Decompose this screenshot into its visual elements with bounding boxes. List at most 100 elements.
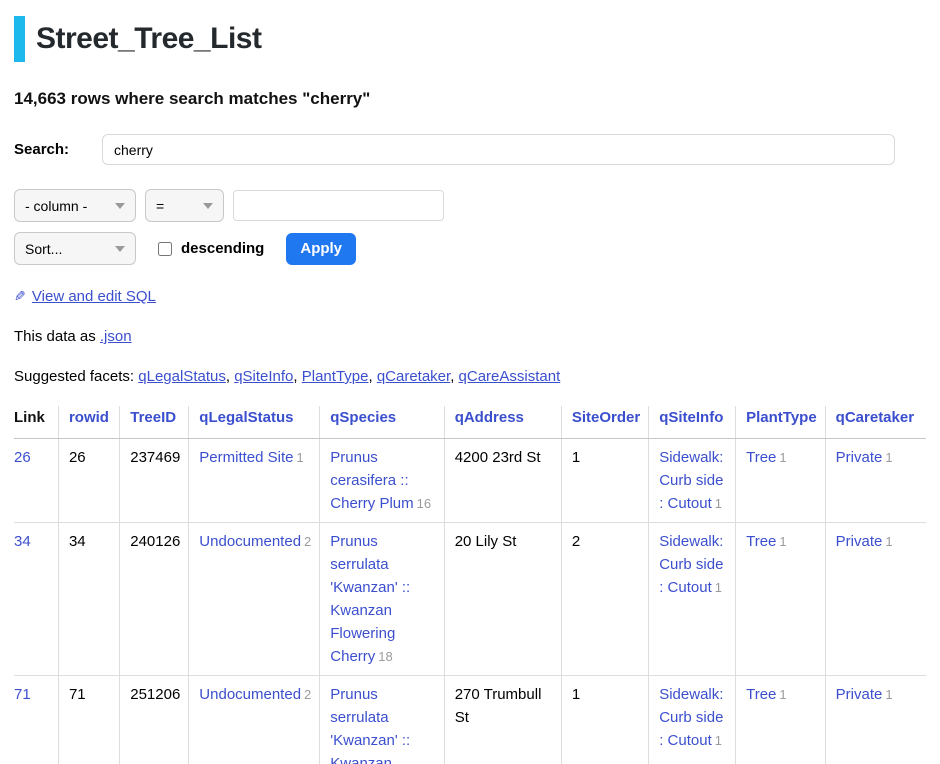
cell-link: 26 — [14, 439, 58, 523]
filter-operator-select-wrap: = — [145, 189, 224, 222]
facet-count: 1 — [715, 580, 722, 595]
col-header-rowid[interactable]: rowid — [58, 406, 119, 439]
facet-count: 16 — [417, 496, 431, 511]
species-link[interactable]: Prunus cerasifera :: Cherry Plum — [330, 449, 413, 512]
table-row: 71 71 251206 Undocumented2 Prunus serrul… — [14, 676, 926, 764]
plant-type-link[interactable]: Tree — [746, 533, 776, 550]
col-header-planttype[interactable]: PlantType — [736, 406, 826, 439]
data-export-line: This data as .json — [14, 328, 926, 345]
cell-siteorder: 2 — [561, 523, 648, 676]
table-header-row: Link rowid TreeID qLegalStatus qSpecies … — [14, 406, 926, 439]
cell-qlegalstatus: Permitted Site 1 — [189, 439, 320, 523]
descending-label: descending — [181, 240, 264, 257]
page: Street_Tree_List 14,663 rows where searc… — [0, 16, 940, 764]
cell-qsiteinfo: Sidewalk: Curb side : Cutout1 — [649, 676, 736, 764]
facet-link-planttype[interactable]: PlantType — [302, 368, 369, 385]
facet-count: 2 — [304, 687, 311, 702]
table-row: 34 34 240126 Undocumented2 Prunus serrul… — [14, 523, 926, 676]
page-header: Street_Tree_List — [14, 16, 926, 62]
cell-qspecies: Prunus cerasifera :: Cherry Plum16 — [320, 439, 444, 523]
facet-count: 18 — [378, 649, 392, 664]
col-header-qspecies[interactable]: qSpecies — [320, 406, 444, 439]
legal-status-link[interactable]: Permitted Site — [199, 449, 293, 466]
facet-count: 1 — [715, 496, 722, 511]
cell-qaddress: 4200 23rd St — [444, 439, 561, 523]
cell-rowid: 26 — [58, 439, 119, 523]
facet-separator: , — [293, 368, 297, 385]
col-header-qcaretaker[interactable]: qCaretaker — [825, 406, 926, 439]
pencil-icon: ✎ — [14, 288, 26, 305]
col-header-qlegalstatus[interactable]: qLegalStatus — [189, 406, 320, 439]
row-link[interactable]: 26 — [14, 449, 31, 466]
cell-qspecies: Prunus serrulata 'Kwanzan' :: Kwanzan Fl… — [320, 676, 444, 764]
facet-count: 1 — [779, 534, 786, 549]
cell-link: 34 — [14, 523, 58, 676]
facet-link-qcareassistant[interactable]: qCareAssistant — [459, 368, 561, 385]
col-header-qaddress[interactable]: qAddress — [444, 406, 561, 439]
filter-operator-select[interactable]: = — [145, 189, 224, 222]
species-link[interactable]: Prunus serrulata 'Kwanzan' :: Kwanzan Fl… — [330, 686, 410, 764]
caretaker-link[interactable]: Private — [836, 686, 883, 703]
filter-column-select-wrap: - column - — [14, 189, 136, 222]
view-edit-sql-link[interactable]: View and edit SQL — [32, 288, 156, 305]
filter-column-select[interactable]: - column - — [14, 189, 136, 222]
legal-status-link[interactable]: Undocumented — [199, 533, 301, 550]
species-link[interactable]: Prunus serrulata 'Kwanzan' :: Kwanzan Fl… — [330, 533, 410, 665]
cell-qaddress: 270 Trumbull St — [444, 676, 561, 764]
plant-type-link[interactable]: Tree — [746, 686, 776, 703]
cell-qcaretaker: Private1 — [825, 523, 926, 676]
row-link[interactable]: 71 — [14, 686, 31, 703]
caretaker-link[interactable]: Private — [836, 449, 883, 466]
cell-treeid: 240126 — [120, 523, 189, 676]
site-info-link[interactable]: Sidewalk: Curb side : Cutout — [659, 533, 723, 596]
facet-link-qsiteinfo[interactable]: qSiteInfo — [234, 368, 293, 385]
cell-qaddress: 20 Lily St — [444, 523, 561, 676]
table-row: 26 26 237469 Permitted Site 1 Prunus cera… — [14, 439, 926, 523]
row-count-summary: 14,663 rows where search matches "cherry… — [14, 89, 926, 109]
cell-planttype: Tree1 — [736, 439, 826, 523]
cell-qcaretaker: Private1 — [825, 439, 926, 523]
sort-row: Sort... descending Apply — [14, 232, 926, 265]
site-info-link[interactable]: Sidewalk: Curb side : Cutout — [659, 686, 723, 749]
cell-treeid: 251206 — [120, 676, 189, 764]
facet-count: 2 — [304, 534, 311, 549]
cell-planttype: Tree1 — [736, 676, 826, 764]
site-info-link[interactable]: Sidewalk: Curb side : Cutout — [659, 449, 723, 512]
facet-link-qlegalstatus[interactable]: qLegalStatus — [138, 368, 226, 385]
col-header-siteorder[interactable]: SiteOrder — [561, 406, 648, 439]
facet-count: 1 — [297, 450, 304, 465]
descending-checkbox[interactable] — [158, 242, 172, 256]
col-header-link: Link — [14, 406, 58, 439]
cell-qlegalstatus: Undocumented2 — [189, 676, 320, 764]
facet-count: 1 — [885, 534, 892, 549]
plant-type-link[interactable]: Tree — [746, 449, 776, 466]
sort-select-wrap: Sort... — [14, 232, 136, 265]
cell-rowid: 71 — [58, 676, 119, 764]
cell-qspecies: Prunus serrulata 'Kwanzan' :: Kwanzan Fl… — [320, 523, 444, 676]
facet-count: 1 — [715, 733, 722, 748]
legal-status-link[interactable]: Undocumented — [199, 686, 301, 703]
apply-button[interactable]: Apply — [286, 233, 356, 265]
json-link[interactable]: .json — [100, 328, 132, 345]
filter-value-input[interactable] — [233, 190, 444, 221]
cell-link: 71 — [14, 676, 58, 764]
col-header-treeid[interactable]: TreeID — [120, 406, 189, 439]
row-link[interactable]: 34 — [14, 533, 31, 550]
facet-count: 1 — [885, 687, 892, 702]
data-as-prefix: This data as — [14, 328, 96, 345]
facets-prefix: Suggested facets: — [14, 368, 134, 385]
caretaker-link[interactable]: Private — [836, 533, 883, 550]
cell-qcaretaker: Private1 — [825, 676, 926, 764]
cell-siteorder: 1 — [561, 676, 648, 764]
cell-treeid: 237469 — [120, 439, 189, 523]
sort-select[interactable]: Sort... — [14, 232, 136, 265]
cell-planttype: Tree1 — [736, 523, 826, 676]
col-header-qsiteinfo[interactable]: qSiteInfo — [649, 406, 736, 439]
facet-separator: , — [368, 368, 372, 385]
facet-link-qcaretaker[interactable]: qCaretaker — [377, 368, 450, 385]
search-label: Search: — [14, 141, 102, 158]
cell-rowid: 34 — [58, 523, 119, 676]
results-table: Link rowid TreeID qLegalStatus qSpecies … — [14, 406, 926, 764]
search-input[interactable] — [102, 134, 895, 165]
search-form: Search: — [14, 134, 926, 165]
